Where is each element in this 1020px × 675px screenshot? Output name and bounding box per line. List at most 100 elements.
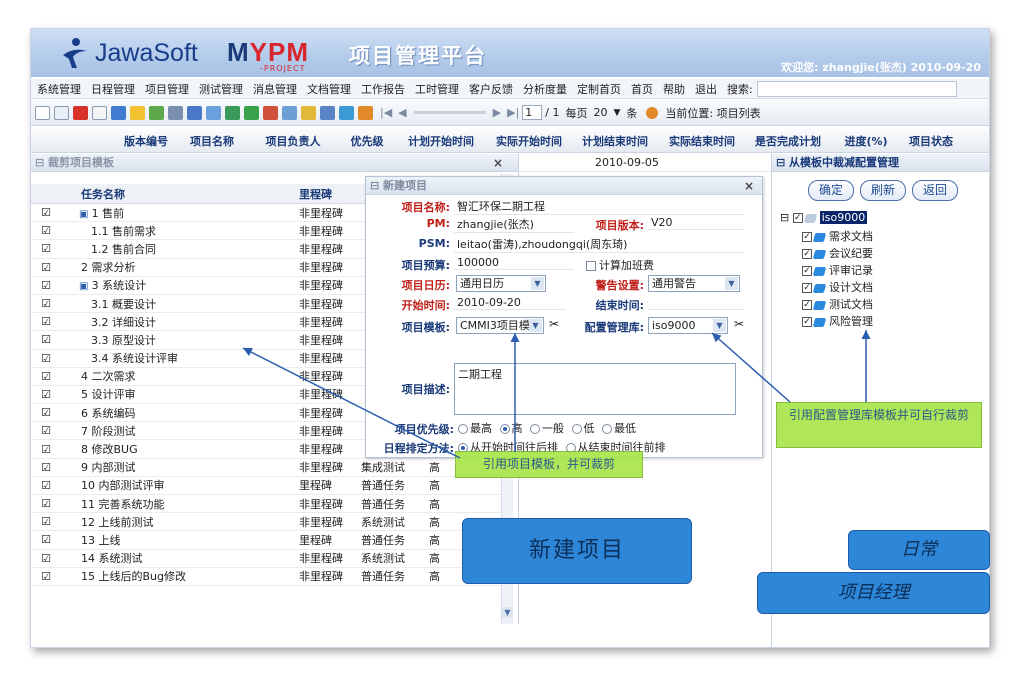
delete-icon[interactable] [73, 105, 88, 120]
template-row[interactable]: ☑ 11 完善系统功能 非里程碑 普通任务 高 [31, 495, 509, 514]
tree-item-risk[interactable]: ✓ 风险管理 [802, 313, 873, 329]
version-field[interactable]: V20 [648, 216, 744, 230]
col-actual-end[interactable]: 实际结束时间 [659, 133, 745, 149]
col-priority[interactable]: 优先级 [339, 133, 395, 149]
checkbox-icon[interactable]: ☑ [31, 297, 61, 310]
template-row[interactable]: ☑ 10 内部测试评审 里程碑 普通任务 高 [31, 477, 509, 495]
tree-item-design[interactable]: ✓ 设计文档 [802, 279, 873, 295]
end-date-field[interactable] [648, 296, 744, 310]
radio-normal[interactable] [530, 424, 540, 434]
menu-analysis[interactable]: 分析度量 [523, 81, 567, 97]
radio-highest[interactable] [458, 424, 468, 434]
tree-root[interactable]: ⊟ ✓ iso9000 [780, 211, 868, 224]
grid-icon[interactable] [168, 105, 183, 120]
checkbox-icon[interactable]: ✓ [802, 232, 812, 242]
radio-low[interactable] [571, 424, 582, 434]
checkbox-icon[interactable]: ☑ [31, 261, 61, 274]
checkbox-icon[interactable]: ☑ [31, 515, 61, 528]
template-row[interactable]: ☑ 14 系统测试 非里程碑 系统测试高 [31, 550, 509, 568]
template-row[interactable]: ☑ 12 上线前测试 非里程碑 系统测试高 [31, 513, 509, 532]
checkbox-icon[interactable]: ☑ [31, 570, 61, 583]
scroll-down-icon[interactable]: ▼ [502, 607, 513, 618]
template-select[interactable]: CMMI3项目模 ▼ [456, 317, 544, 334]
col-task-name[interactable]: 任务名称 [61, 186, 299, 202]
tree-item-minutes[interactable]: ✓ 会议纪要 [802, 245, 873, 261]
zoom-icon[interactable] [320, 105, 335, 120]
prev-page-icon[interactable]: ◀ [398, 106, 406, 119]
close-icon[interactable]: × [493, 154, 503, 172]
home-icon[interactable] [358, 105, 373, 120]
pm-field[interactable]: zhangjie(张杰) [454, 216, 574, 233]
group-icon[interactable] [263, 105, 278, 120]
menu-document[interactable]: 文档管理 [307, 81, 351, 97]
checkbox-icon[interactable]: ✓ [802, 249, 812, 259]
collapse-icon[interactable]: ▣ [79, 209, 92, 220]
template-row[interactable]: ☑ 13 上线 里程碑 普通任务高 [31, 531, 509, 550]
page-slider[interactable] [413, 111, 486, 114]
col-project-name[interactable]: 项目名称 [177, 133, 247, 149]
tree-item-reviews[interactable]: ✓ 评审记录 [802, 262, 873, 278]
col-actual-start[interactable]: 实际开始时间 [487, 133, 571, 149]
col-plan-end[interactable]: 计划结束时间 [571, 133, 659, 149]
col-milestone[interactable]: 里程碑 [299, 186, 361, 202]
checkbox-icon[interactable]: ☑ [31, 533, 61, 546]
checkbox-icon[interactable]: ☑ [31, 279, 61, 292]
checkbox-icon[interactable]: ☑ [31, 552, 61, 565]
edit-icon[interactable] [111, 105, 126, 120]
checkbox-icon[interactable]: ☑ [31, 388, 61, 401]
chevron-down-icon[interactable]: ▼ [529, 319, 542, 332]
per-page-select[interactable]: 20 [593, 106, 607, 119]
picture-icon[interactable] [282, 105, 297, 120]
scissors-icon[interactable]: ✂ [549, 317, 559, 331]
back-button[interactable]: 返回 [912, 180, 958, 201]
checkbox-icon[interactable]: ✓ [802, 266, 812, 276]
checkbox-icon[interactable]: ✓ [802, 300, 812, 310]
menu-custom-home[interactable]: 定制首页 [577, 81, 621, 97]
alert-select[interactable]: 通用警告 ▼ [648, 275, 740, 292]
scissors-icon[interactable]: ✂ [734, 317, 744, 331]
project-name-field[interactable]: 智汇环保二期工程 [454, 198, 744, 215]
folder-icon[interactable] [130, 105, 145, 120]
user-icon[interactable] [244, 105, 259, 120]
chevron-down-icon[interactable]: ▼ [531, 277, 544, 290]
col-version[interactable]: 版本编号 [115, 133, 177, 149]
col-owner[interactable]: 项目负责人 [247, 133, 339, 149]
checkbox-icon[interactable]: ☑ [31, 461, 61, 474]
window-icon[interactable] [54, 105, 69, 120]
tree-item-requirements[interactable]: ✓ 需求文档 [802, 228, 873, 244]
last-page-icon[interactable]: ▶| [507, 106, 519, 119]
calendar-select[interactable]: 通用日历 ▼ [456, 275, 546, 292]
checkbox-icon[interactable]: ☑ [31, 315, 61, 328]
checkbox-icon[interactable]: ✓ [802, 317, 812, 327]
template-row[interactable]: ☑ 15 上线后的Bug修改 非里程碑 普通任务高 [31, 568, 509, 586]
close-icon[interactable]: × [744, 177, 754, 195]
checkbox-icon[interactable]: ☑ [31, 352, 61, 365]
budget-field[interactable]: 100000 [454, 256, 574, 270]
chevron-down-icon[interactable]: ▼ [713, 319, 726, 332]
col-plan-start[interactable]: 计划开始时间 [395, 133, 487, 149]
chevron-down-icon[interactable]: ▼ [725, 277, 738, 290]
repo-select[interactable]: iso9000 ▼ [648, 317, 728, 334]
tree-item-test[interactable]: ✓ 测试文档 [802, 296, 873, 312]
refresh-icon[interactable] [225, 105, 240, 120]
pencil-icon[interactable] [301, 105, 316, 120]
menu-feedback[interactable]: 客户反馈 [469, 81, 513, 97]
checkbox-icon[interactable]: ✓ [792, 213, 803, 223]
chart-icon[interactable] [149, 105, 164, 120]
start-date-field[interactable]: 2010-09-20 [454, 296, 566, 310]
col-plan-done[interactable]: 是否完成计划 [745, 133, 831, 149]
copy-icon[interactable] [92, 105, 107, 120]
menu-message[interactable]: 消息管理 [253, 81, 297, 97]
new-doc-icon[interactable] [35, 105, 50, 120]
collapse-icon[interactable]: ⊟ [780, 211, 789, 224]
template-row[interactable]: ☑ 9 内部测试 非里程碑 集成测试高 [31, 459, 509, 477]
menu-test[interactable]: 测试管理 [199, 81, 243, 97]
overtime-checkbox[interactable]: 计算加班费 [586, 257, 654, 273]
menu-logout[interactable]: 退出 [695, 81, 717, 97]
checkbox-icon[interactable]: ☑ [31, 333, 61, 346]
radio-high[interactable] [499, 424, 510, 434]
menu-home[interactable]: 首页 [631, 81, 653, 97]
checkbox-icon[interactable]: ✓ [802, 283, 812, 293]
checkbox-icon[interactable]: ☑ [31, 370, 61, 383]
description-textarea[interactable]: 二期工程 [454, 363, 736, 415]
